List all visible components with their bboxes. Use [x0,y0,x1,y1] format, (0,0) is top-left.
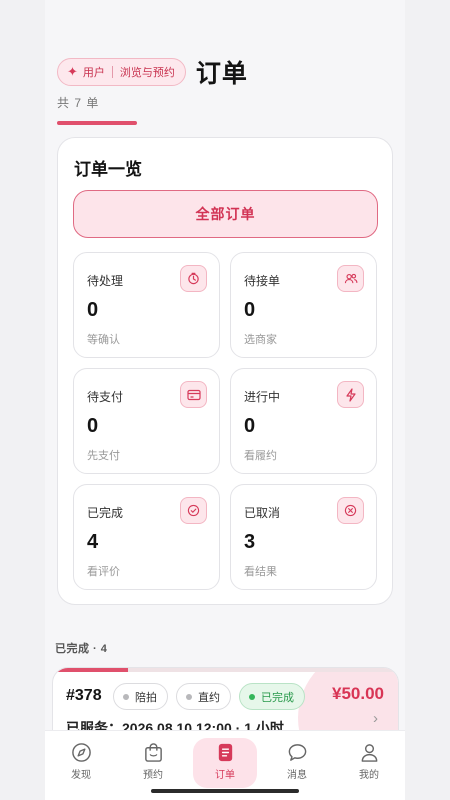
order-icon [218,743,232,762]
tab-label: 我的 [359,770,379,781]
tab-label: 消息 [287,770,307,781]
stat-pending[interactable]: 待处理 0 等确认 [73,252,220,358]
tab-messages[interactable]: 消息 [265,738,329,788]
order-price: ¥50.00 [332,684,384,703]
tab-label: 订单 [215,770,235,781]
all-orders-button[interactable]: 全部订单 [73,190,378,238]
stat-value: 0 [87,415,99,437]
status-badge: 已完成 [239,683,305,710]
section-label: 已完成 · 4 [55,643,108,655]
tag-label: 直约 [198,691,220,704]
stat-sub: 看结果 [244,566,277,578]
profile-icon [361,744,377,762]
page-title: 订单 [195,60,248,88]
role-switch-chip[interactable]: ✦ 用户 浏览与预约 [57,58,186,86]
booking-mode-tag: 直约 [176,683,231,710]
overview-title: 订单一览 [74,160,142,179]
compass-icon [71,743,91,762]
tag-dot [123,693,129,700]
stat-label: 进行中 [244,390,281,404]
stat-sub: 看评价 [87,566,120,578]
phone-screen: ✦ 用户 浏览与预约 订单 共 7 单 订单一览 全部订单 待处理 0 等确认 … [45,0,405,800]
tab-label: 发现 [71,770,91,781]
stat-value: 0 [87,299,99,321]
timer-icon [180,265,207,292]
stat-sub: 选商家 [244,334,277,346]
stat-label: 待支付 [87,390,124,404]
sparkle-icon: ✦ [67,64,78,79]
tag-dot [249,693,255,700]
chevron-right-icon: › [373,710,378,727]
stat-in-progress[interactable]: 进行中 0 看履约 [230,368,377,474]
tag-dot [186,693,192,700]
tab-label: 预约 [143,770,163,781]
stat-sub: 等确认 [87,334,120,346]
order-count: 共 7 单 [57,96,100,110]
order-overview-card: 订单一览 全部订单 待处理 0 等确认 待接单 0 选商家 待支付 0 先支付 [57,137,393,605]
stat-value: 0 [244,415,256,437]
tag-label: 陪拍 [135,691,157,704]
stat-completed[interactable]: 已完成 4 看评价 [73,484,220,590]
page-header: ✦ 用户 浏览与预约 订单 [57,54,248,90]
stat-sub: 先支付 [87,450,120,462]
stat-label: 待接单 [244,274,281,288]
service-type-tag: 陪拍 [113,683,168,710]
stat-cancelled[interactable]: 已取消 3 看结果 [230,484,377,590]
tab-orders[interactable]: 订单 [193,738,257,788]
stat-value: 3 [244,531,256,553]
card-icon [180,381,207,408]
stat-value: 4 [87,531,99,553]
order-progress-track [53,668,398,672]
order-progress-fill [53,668,128,672]
stat-awaiting-payment[interactable]: 待支付 0 先支付 [73,368,220,474]
tab-profile[interactable]: 我的 [337,738,401,788]
home-indicator [151,789,299,793]
stat-awaiting-accept[interactable]: 待接单 0 选商家 [230,252,377,358]
tag-label: 已完成 [261,691,294,704]
stat-sub: 看履约 [244,450,277,462]
users-icon [337,265,364,292]
stat-value: 0 [244,299,256,321]
chat-icon [288,744,306,761]
stat-label: 已取消 [244,506,281,520]
role-label: 用户 [82,67,105,79]
chip-divider [111,66,113,78]
bag-icon [144,743,162,762]
tab-booking[interactable]: 预约 [121,738,185,788]
stat-label: 已完成 [87,506,124,520]
title-underline [57,121,137,125]
mode-label: 浏览与预约 [119,67,175,79]
check-circle-icon [180,497,207,524]
stat-label: 待处理 [87,274,124,288]
x-circle-icon [337,497,364,524]
order-number: #378 [66,687,102,704]
tab-discover[interactable]: 发现 [49,738,113,788]
bolt-icon [337,381,364,408]
